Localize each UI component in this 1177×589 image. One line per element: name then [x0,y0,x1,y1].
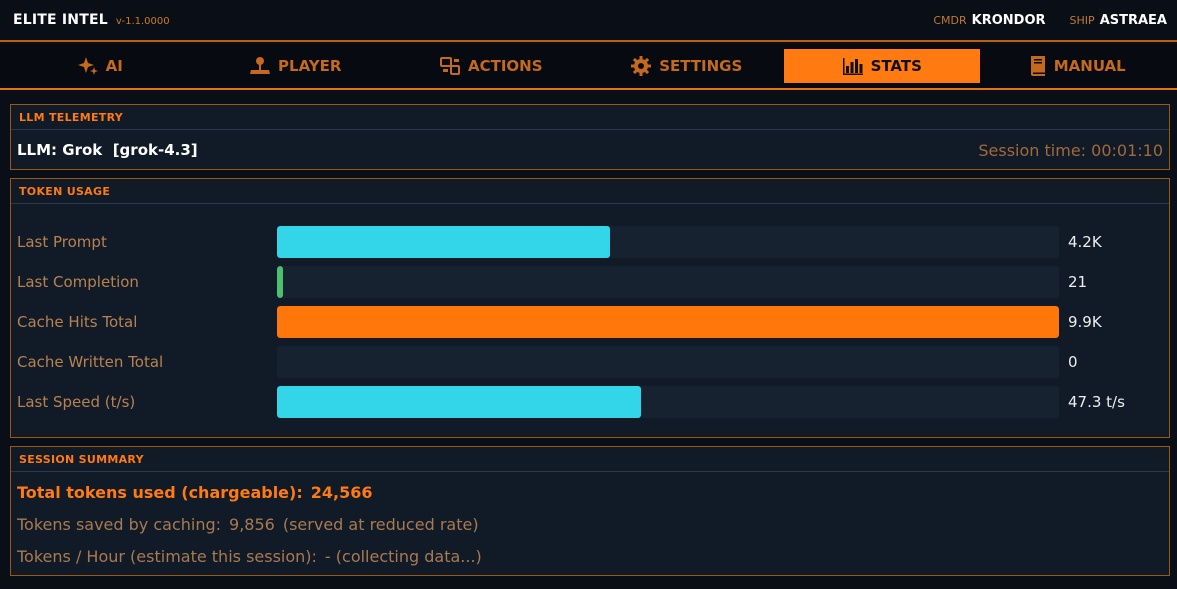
token-row-label: Cache Hits Total [17,313,138,331]
joystick-icon [249,56,271,76]
tab-manual[interactable]: MANUAL [980,49,1176,83]
token-row-label: Cache Written Total [17,353,164,371]
main-tabs: AI PLAYER ACTIONS SETTINGS STATS MANUAL [0,44,1177,90]
title-bar: ELITE INTEL v-1.1.0000 CMDR KRONDOR SHIP… [0,0,1177,42]
total-tokens-value: 24,566 [310,483,373,502]
llm-model: LLM: Grok [grok-4.3] [17,141,198,159]
tokens-saved-label: Tokens saved by caching: [17,515,222,534]
actions-icon [439,56,461,76]
ship-label: SHIP [1069,13,1095,27]
token-row-label: Last Completion [17,273,139,291]
tab-label: PLAYER [278,57,342,75]
app-version: v-1.1.0000 [115,16,170,27]
tab-actions[interactable]: ACTIONS [393,49,589,83]
tokens-saved-line: Tokens saved by caching: 9,856 (served at … [17,515,479,534]
total-tokens-line: Total tokens used (chargeable): 24,566 [17,483,372,502]
token-row-value: 0 [1068,353,1078,371]
tab-label: SETTINGS [659,57,743,75]
session-summary-panel: SESSION SUMMARY Total tokens used (charg… [10,446,1170,576]
tokens-saved-value: 9,856 [229,515,275,534]
token-usage-panel: TOKEN USAGE Last Prompt 4.2K Last Completi… [10,178,1170,438]
token-row-value: 4.2K [1068,233,1102,251]
session-time: Session time: 00:01:10 [978,140,1163,160]
token-row: Cache Written Total 0 [11,346,1169,378]
sparkle-icon [77,55,99,77]
panel-title: LLM TELEMETRY [11,105,1169,130]
token-bar-track [277,386,1059,418]
token-row: Last Prompt 4.2K [11,226,1169,258]
tab-player[interactable]: PLAYER [198,49,394,83]
tab-ai[interactable]: AI [2,49,198,83]
total-tokens-label: Total tokens used (chargeable): [17,483,303,502]
ship-name: ASTRAEA [1099,12,1167,28]
tokens-per-hour-label: Tokens / Hour (estimate this session): [17,547,317,566]
token-row: Cache Hits Total 9.9K [11,306,1169,338]
tokens-saved-note: (served at reduced rate) [282,515,479,534]
tokens-per-hour-line: Tokens / Hour (estimate this session): - … [17,547,482,566]
tokens-per-hour-value: - (collecting data...) [324,547,482,566]
token-bar-fill [277,266,283,298]
token-bar-track [277,306,1059,338]
tab-stats[interactable]: STATS [784,49,980,83]
panel-title: TOKEN USAGE [11,179,1169,204]
tab-label: AI [105,57,123,75]
token-row: Last Speed (t/s) 47.3 t/s [11,386,1169,418]
book-icon [1029,55,1047,77]
token-row-label: Last Prompt [17,233,107,251]
token-row-value: 21 [1068,273,1088,291]
token-bar-fill [277,306,1059,338]
token-bar-fill [277,386,641,418]
tab-label: MANUAL [1053,57,1126,75]
brand: ELITE INTEL v-1.1.0000 [13,12,170,28]
llm-telemetry-panel: LLM TELEMETRY LLM: Grok [grok-4.3] Sessi… [10,104,1170,170]
cmdr-name: KRONDOR [971,12,1046,28]
token-bar-track [277,266,1059,298]
tab-label: ACTIONS [467,57,543,75]
tab-settings[interactable]: SETTINGS [589,49,785,83]
token-bar-fill [277,226,610,258]
panel-title: SESSION SUMMARY [11,447,1169,472]
token-row-value: 47.3 t/s [1068,393,1125,411]
token-bar-track [277,346,1059,378]
bar-chart-icon [842,56,864,76]
token-row-label: Last Speed (t/s) [17,393,136,411]
tab-label: STATS [870,57,922,75]
token-row: Last Completion 21 [11,266,1169,298]
cmdr-label: CMDR [933,13,967,27]
token-row-value: 9.9K [1068,313,1102,331]
commander-info: CMDR KRONDOR SHIP ASTRAEA [933,13,1167,28]
token-bar-track [277,226,1059,258]
app-title: ELITE INTEL [13,12,108,28]
gear-icon [630,55,652,77]
